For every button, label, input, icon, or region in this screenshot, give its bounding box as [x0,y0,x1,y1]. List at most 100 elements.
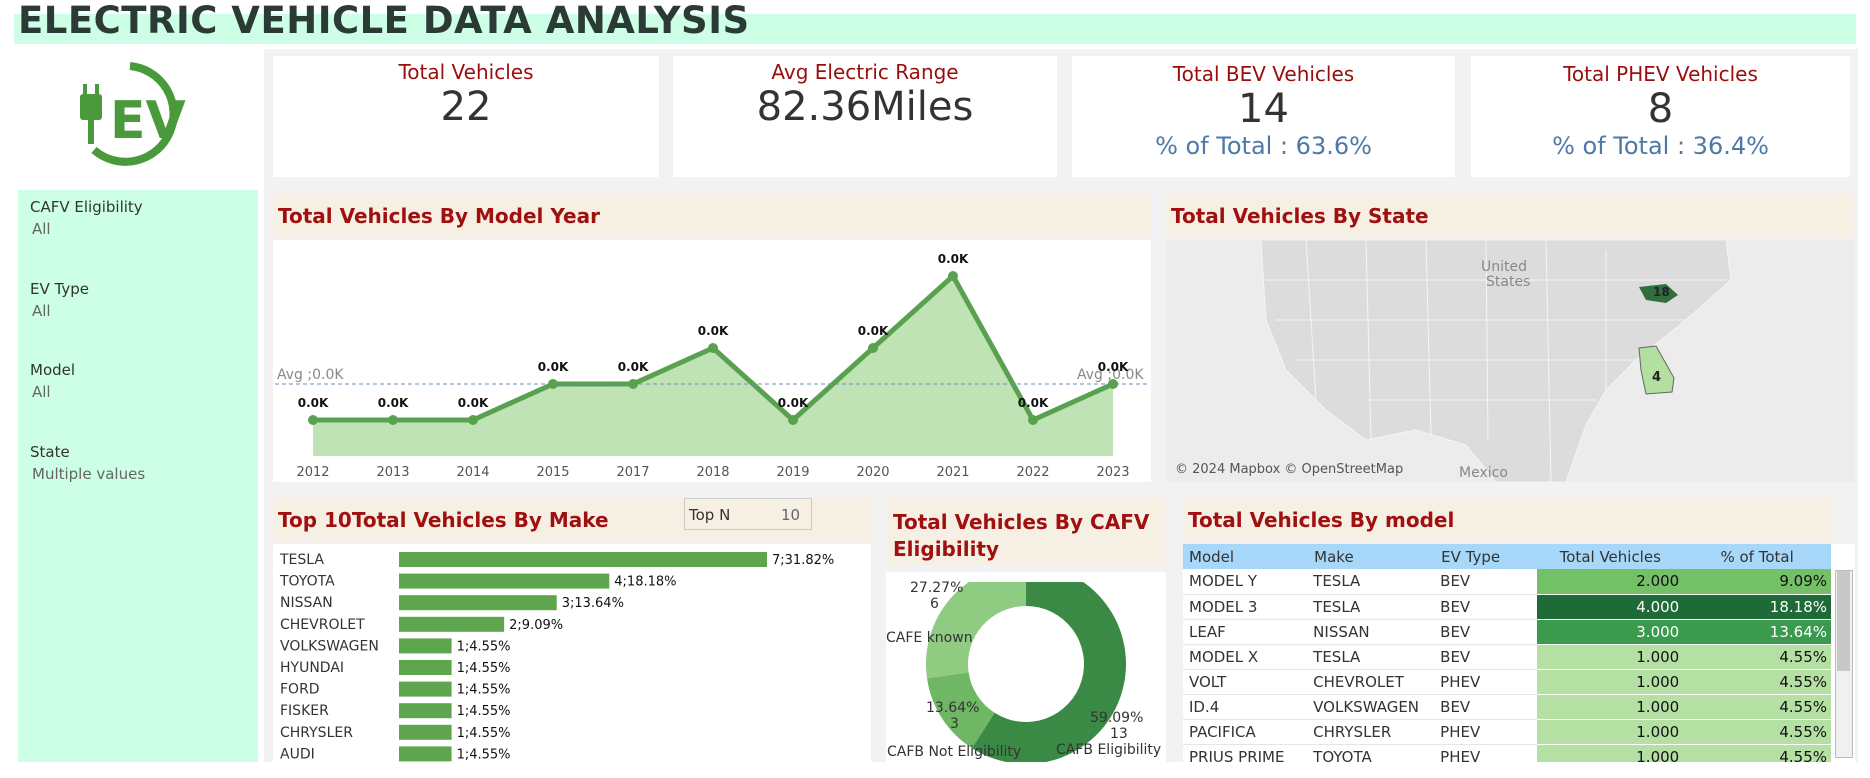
table-cell-type: PHEV [1440,722,1481,741]
table-row[interactable]: VOLT CHEVROLET PHEV 1.000 4.55% [1183,669,1831,695]
col-header[interactable]: Model [1183,544,1313,569]
filter-value[interactable]: Multiple values [32,465,145,483]
logo-text: EV [110,91,186,151]
data-label: 0.0K [458,396,489,410]
cafv-chart-header: Total Vehicles By CAFV Eligibility [888,498,1166,566]
table-row[interactable]: PACIFICA CHRYSLER PHEV 1.000 4.55% [1183,719,1831,745]
kpi-sub: % of Total : 63.6% [1155,132,1372,160]
state-map-title: Total Vehicles By State [1171,204,1429,228]
x-tick-label: 2022 [1016,465,1049,480]
slice-count-label: 13 [1110,726,1128,742]
kpi-label: Total BEV Vehicles [1172,62,1355,86]
data-point [1028,415,1038,425]
bar-category-label: CHRYSLER [280,725,353,741]
scrollbar-thumb[interactable] [1837,571,1850,671]
table-cell-pct: 4.55% [1683,694,1831,720]
slice-name-label: CAFB Not Eligibility [887,744,1021,760]
col-header[interactable]: EV Type [1440,544,1537,569]
data-point [548,379,558,389]
bar-category-label: TESLA [279,552,324,568]
filter-label: State [30,443,70,461]
table-cell-model: PACIFICA [1189,722,1256,741]
table-row[interactable]: ID.4 VOLKSWAGEN BEV 1.000 4.55% [1183,694,1831,720]
x-tick-label: 2015 [536,465,569,480]
mexico-label: Mexico [1459,465,1508,481]
year-chart-svg: Avg ;0.0K Avg ;0.0K0.0K20120.0K20130.0K20… [275,252,1149,480]
table-cell-model: MODEL 3 [1189,597,1258,616]
kpi-value: 14 [1238,86,1289,132]
data-point [708,343,718,353]
bar-value-label: 3;13.64% [562,596,624,611]
table-cell-total: 1.000 [1537,719,1684,745]
x-tick-label: 2021 [936,465,969,480]
table-cell-model: VOLT [1189,672,1227,691]
table-scrollbar[interactable] [1835,570,1853,758]
slice-pct-label: 27.27% [910,580,963,596]
x-tick-label: 2014 [456,465,489,480]
bar-value-label: 1;4.55% [457,683,511,698]
table-cell-model: MODEL X [1189,647,1259,666]
table-cell-pct: 4.55% [1683,744,1831,762]
model-table-header: Total Vehicles By model [1183,498,1831,542]
ev-logo: EV [70,58,200,170]
col-header[interactable]: Make [1313,544,1440,569]
table-header-row: Model Make EV Type Total Vehicles % of T… [1183,544,1831,569]
table-cell-type: BEV [1440,622,1471,641]
slice-pct-label: 59.09% [1090,710,1143,726]
bar-category-label: FORD [280,682,320,698]
data-point [308,415,318,425]
bar-category-label: AUDI [280,746,315,762]
kpi-value: 8 [1647,86,1674,132]
table-cell-total: 1.000 [1537,644,1684,670]
table-row[interactable]: MODEL X TESLA BEV 1.000 4.55% [1183,644,1831,670]
data-label: 0.0K [538,360,569,374]
bar [399,595,557,611]
col-header[interactable]: Total Vehicles [1537,544,1683,569]
table-cell-pct: 4.55% [1683,644,1831,670]
data-label: 0.0K [1098,360,1129,374]
topn-value[interactable]: 10 [781,506,800,524]
table-cell-total: 2.000 [1537,569,1684,595]
data-point [868,343,878,353]
kpi-bev: Total BEV Vehicles 14 % of Total : 63.6% [1072,56,1455,177]
cafv-chart: 59.09% 13 CAFB Eligibility 13.64% 3 CAFB Not … [886,564,1166,764]
data-label: 0.0K [858,324,889,338]
col-header[interactable]: % of Total [1683,544,1831,569]
table-row[interactable]: LEAF NISSAN BEV 3.000 13.64% [1183,619,1831,645]
table-cell-model: LEAF [1189,622,1226,641]
filter-label: EV Type [30,280,89,298]
table-cell-make: TESLA [1313,572,1361,591]
topn-control[interactable]: Top N 10 [684,498,812,530]
bar [399,703,452,719]
slice-name-label: CAFB Eligibility [1056,742,1161,758]
table-row[interactable]: PRIUS PRIME TOYOTA PHEV 1.000 4.55% [1183,744,1831,762]
filter-value[interactable]: All [32,220,51,238]
state-map[interactable]: United States 18 4 Mexico © 2024 Mapbox … [1166,240,1854,482]
slice-count-label: 6 [930,596,939,612]
table-cell-total: 4.000 [1537,594,1684,620]
table-cell-make: CHRYSLER [1313,722,1392,741]
bar-category-label: HYUNDAI [280,660,344,676]
table-row[interactable]: MODEL 3 TESLA BEV 4.000 18.18% [1183,594,1831,620]
table-cell-total: 3.000 [1537,619,1684,645]
table-cell-pct: 4.55% [1683,669,1831,695]
filter-value[interactable]: All [32,383,51,401]
table-cell-make: TOYOTA [1313,747,1372,763]
bar-value-label: 1;4.55% [457,661,511,676]
x-tick-label: 2018 [696,465,729,480]
x-tick-label: 2020 [856,465,889,480]
table-row[interactable]: MODEL Y TESLA BEV 2.000 9.09% [1183,569,1831,595]
bar [399,616,505,632]
state-map-header: Total Vehicles By State [1166,194,1854,238]
dashboard-title: ELECTRIC VEHICLE DATA ANALYSIS [18,0,750,42]
table-cell-type: PHEV [1440,672,1481,691]
filter-value[interactable]: All [32,302,51,320]
x-tick-label: 2013 [376,465,409,480]
data-label: 0.0K [698,324,729,338]
filter-label: CAFV Eligibility [30,198,143,216]
us-map-svg: United States 18 4 Mexico © 2024 Mapbox … [1166,240,1854,482]
avg-label: Avg ;0.0K [277,367,344,383]
data-point [628,379,638,389]
table-cell-model: ID.4 [1189,697,1220,716]
model-table: Model Make EV Type Total Vehicles % of T… [1183,544,1831,762]
